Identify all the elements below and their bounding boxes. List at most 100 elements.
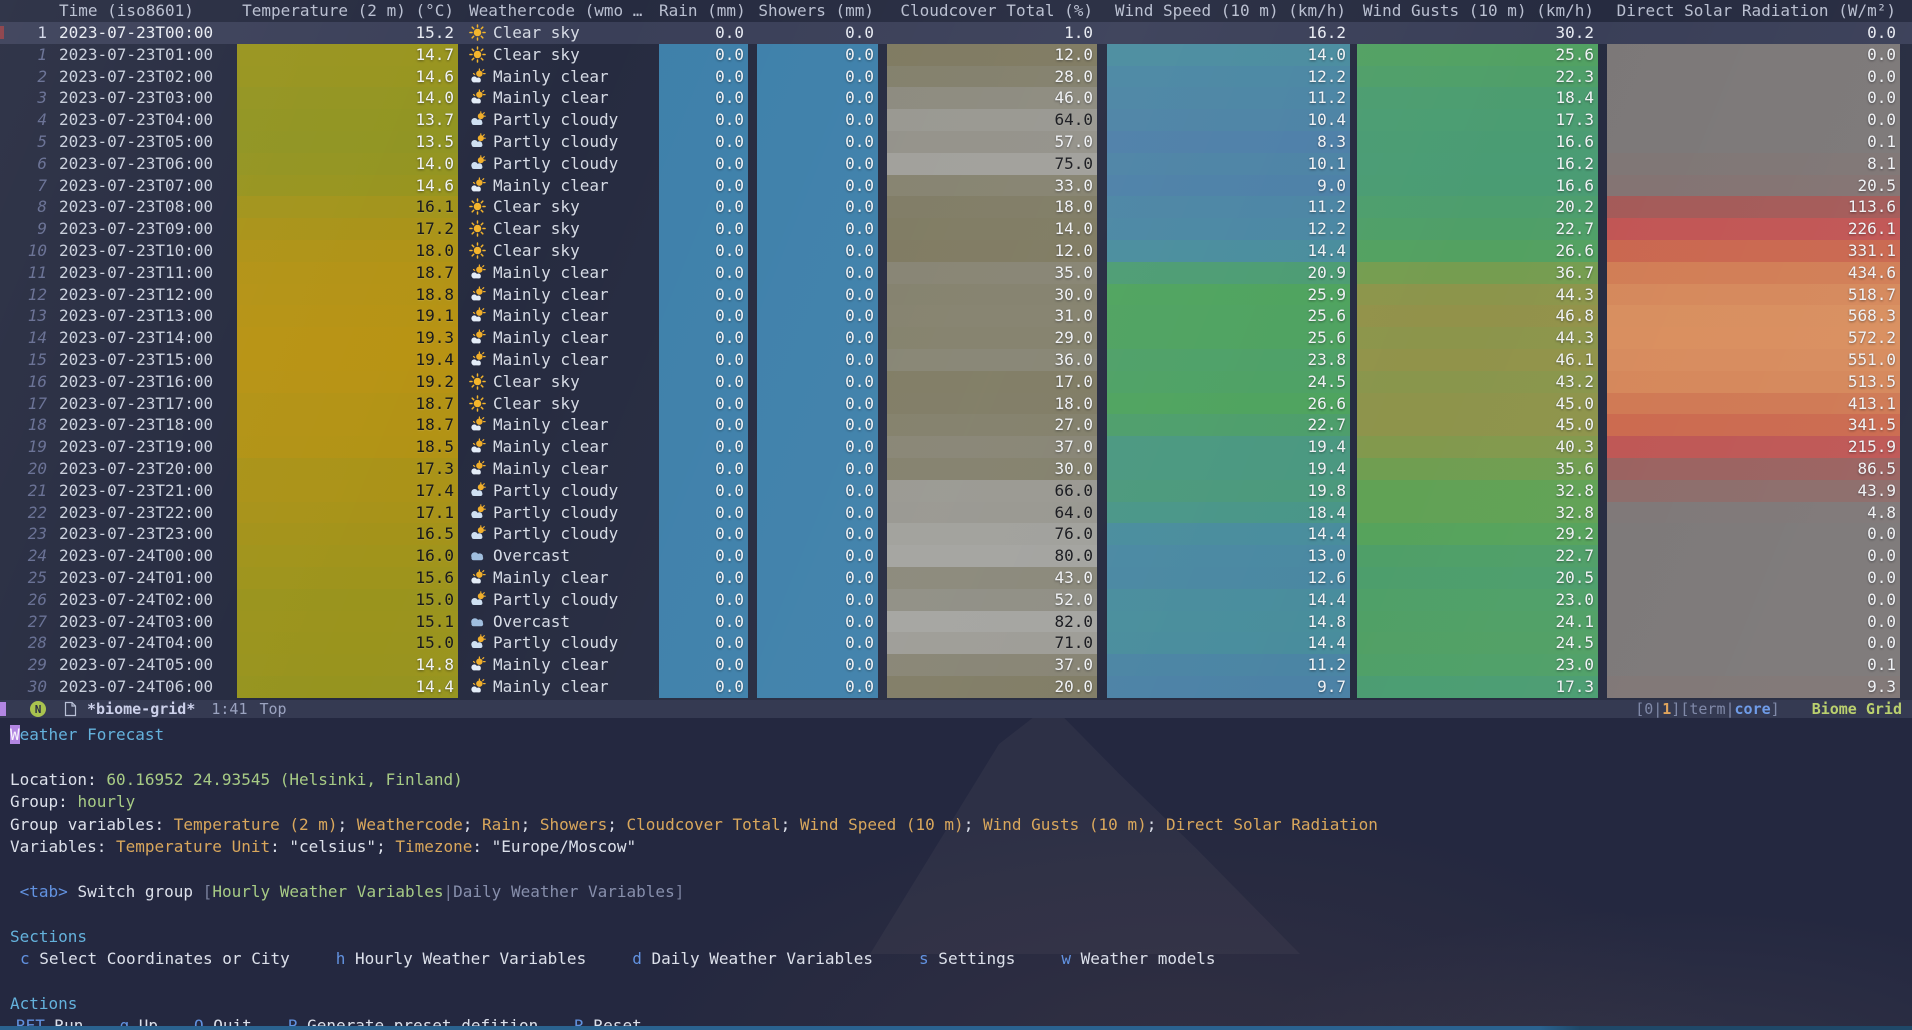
section-item-d[interactable]: d Daily Weather Variables (632, 948, 873, 970)
cell-solar: 0.0 (1607, 109, 1900, 131)
weather-description: Clear sky (493, 45, 580, 64)
grid-row[interactable]: 262023-07-24T02:0015.0Partly cloudy0.00.… (0, 589, 1912, 611)
cell-weather: Overcast (467, 611, 651, 633)
cell-temperature: 16.0 (237, 545, 458, 567)
grid-row[interactable]: 22023-07-23T02:0014.6Mainly clear0.00.02… (0, 66, 1912, 88)
cell-time: 2023-07-23T20:00 (57, 458, 221, 480)
grid-row[interactable]: 242023-07-24T00:0016.0Overcast0.00.080.0… (0, 545, 1912, 567)
grid-row[interactable]: 12023-07-23T00:0015.2Clear sky0.00.01.01… (0, 22, 1912, 44)
section-item-s[interactable]: s Settings (919, 948, 1015, 970)
grid-row[interactable]: 42023-07-23T04:0013.7Partly cloudy0.00.0… (0, 109, 1912, 131)
col-header-weather: Weathercode (wmo … (467, 0, 651, 22)
weather-description: Mainly clear (493, 306, 609, 325)
grid-row[interactable]: 52023-07-23T05:0013.5Partly cloudy0.00.0… (0, 131, 1912, 153)
cell-cloudcover: 43.0 (887, 567, 1097, 589)
line-number: 2 (0, 66, 52, 88)
grid-row[interactable]: 62023-07-23T06:0014.0Partly cloudy0.00.0… (0, 153, 1912, 175)
cell-temperature: 14.6 (237, 175, 458, 197)
clear-sky-icon (469, 24, 486, 44)
grid-row[interactable]: 302023-07-24T06:0014.4Mainly clear0.00.0… (0, 676, 1912, 698)
grid-row[interactable]: 272023-07-24T03:0015.1Overcast0.00.082.0… (0, 611, 1912, 633)
cell-windgusts: 16.6 (1357, 131, 1598, 153)
section-item-w[interactable]: w Weather models (1061, 948, 1215, 970)
grid-row[interactable]: 12023-07-23T01:0014.7Clear sky0.00.012.0… (0, 44, 1912, 66)
grid-row[interactable]: 132023-07-23T13:0019.1Mainly clear0.00.0… (0, 305, 1912, 327)
grid-row[interactable]: 122023-07-23T12:0018.8Mainly clear0.00.0… (0, 284, 1912, 306)
cell-windspeed: 23.8 (1107, 349, 1350, 371)
cell-showers: 0.0 (757, 153, 878, 175)
modeline: N *biome-grid* 1:41 Top [0|1] [term|core… (0, 700, 1912, 718)
cell-temperature: 15.2 (237, 22, 458, 44)
cell-windgusts: 22.7 (1357, 218, 1598, 240)
inactive-group-option[interactable]: Daily Weather Variables (453, 882, 675, 901)
grid-row[interactable]: 292023-07-24T05:0014.8Mainly clear0.00.0… (0, 654, 1912, 676)
clear-sky-icon (469, 198, 486, 218)
grid-row[interactable]: 112023-07-23T11:0018.7Mainly clear0.00.0… (0, 262, 1912, 284)
cell-solar: 215.9 (1607, 436, 1900, 458)
grid-row[interactable]: 192023-07-23T19:0018.5Mainly clear0.00.0… (0, 436, 1912, 458)
cell-windgusts: 17.3 (1357, 676, 1598, 698)
sections-menu: c Select Coordinates or City h Hourly Wea… (10, 948, 1912, 970)
separator: ; (1147, 815, 1166, 834)
grid-row[interactable]: 72023-07-23T07:0014.6Mainly clear0.00.03… (0, 175, 1912, 197)
cell-solar: 434.6 (1607, 262, 1900, 284)
grid-row[interactable]: 222023-07-23T22:0017.1Partly cloudy0.00.… (0, 502, 1912, 524)
cell-time: 2023-07-23T02:00 (57, 66, 221, 88)
section-item-c[interactable]: c Select Coordinates or City (20, 948, 290, 970)
cell-cloudcover: 64.0 (887, 109, 1097, 131)
section-item-h[interactable]: h Hourly Weather Variables (336, 948, 586, 970)
grid-row[interactable]: 172023-07-23T17:0018.7Clear sky0.00.018.… (0, 393, 1912, 415)
grid-row[interactable]: 282023-07-24T04:0015.0Partly cloudy0.00.… (0, 632, 1912, 654)
cell-windspeed: 19.8 (1107, 480, 1350, 502)
cell-cloudcover: 82.0 (887, 611, 1097, 633)
grid-row[interactable]: 212023-07-23T21:0017.4Partly cloudy0.00.… (0, 480, 1912, 502)
cell-rain: 0.0 (659, 458, 748, 480)
cell-solar: 226.1 (1607, 218, 1900, 240)
line-number: 29 (0, 654, 52, 676)
variables-label: Variables: (10, 837, 116, 856)
cell-weather: Mainly clear (467, 87, 651, 109)
cell-showers: 0.0 (757, 676, 878, 698)
grid-row[interactable]: 162023-07-23T16:0019.2Clear sky0.00.017.… (0, 371, 1912, 393)
cell-windspeed: 12.2 (1107, 66, 1350, 88)
grid-row[interactable]: 202023-07-23T20:0017.3Mainly clear0.00.0… (0, 458, 1912, 480)
grid-row[interactable]: 152023-07-23T15:0019.4Mainly clear0.00.0… (0, 349, 1912, 371)
grid-row[interactable]: 82023-07-23T08:0016.1Clear sky0.00.018.0… (0, 196, 1912, 218)
grid-row[interactable]: 32023-07-23T03:0014.0Mainly clear0.00.04… (0, 87, 1912, 109)
cell-solar: 0.0 (1607, 632, 1900, 654)
cell-cloudcover: 71.0 (887, 632, 1097, 654)
overcast-icon (469, 613, 486, 633)
partly-cloudy-icon (469, 634, 486, 654)
menu-item-label: Settings (929, 949, 1016, 968)
cell-temperature: 15.1 (237, 611, 458, 633)
key-hint: s (919, 949, 929, 968)
mainly-clear-icon (469, 569, 486, 589)
cell-weather: Mainly clear (467, 284, 651, 306)
cell-windgusts: 22.7 (1357, 545, 1598, 567)
mode-tag: core (1735, 700, 1771, 718)
active-group-option[interactable]: Hourly Weather Variables (212, 882, 443, 901)
tab-key[interactable]: <tab> (20, 882, 68, 901)
mainly-clear-icon (469, 307, 486, 327)
grid-row[interactable]: 142023-07-23T14:0019.3Mainly clear0.00.0… (0, 327, 1912, 349)
cell-showers: 0.0 (757, 414, 878, 436)
key-hint: h (336, 949, 346, 968)
cell-windgusts: 35.6 (1357, 458, 1598, 480)
grid-row[interactable]: 182023-07-23T18:0018.7Mainly clear0.00.0… (0, 414, 1912, 436)
grid-row[interactable]: 92023-07-23T09:0017.2Clear sky0.00.014.0… (0, 218, 1912, 240)
cell-showers: 0.0 (757, 109, 878, 131)
cell-showers: 0.0 (757, 393, 878, 415)
cell-time: 2023-07-23T11:00 (57, 262, 221, 284)
clear-sky-icon (469, 395, 486, 415)
cell-temperature: 14.4 (237, 676, 458, 698)
cell-temperature: 18.0 (237, 240, 458, 262)
grid-row[interactable]: 232023-07-23T23:0016.5Partly cloudy0.00.… (0, 523, 1912, 545)
group-variables-list: Temperature (2 m); Weathercode; Rain; Sh… (174, 815, 1378, 834)
cell-windgusts: 16.2 (1357, 153, 1598, 175)
cell-temperature: 17.2 (237, 218, 458, 240)
buffer-name[interactable]: *biome-grid* (87, 700, 195, 718)
grid-row[interactable]: 252023-07-24T01:0015.6Mainly clear0.00.0… (0, 567, 1912, 589)
grid-row[interactable]: 102023-07-23T10:0018.0Clear sky0.00.012.… (0, 240, 1912, 262)
col-header-windspeed: Wind Speed (10 m) (km/h) (1107, 0, 1350, 22)
cell-cloudcover: 30.0 (887, 458, 1097, 480)
